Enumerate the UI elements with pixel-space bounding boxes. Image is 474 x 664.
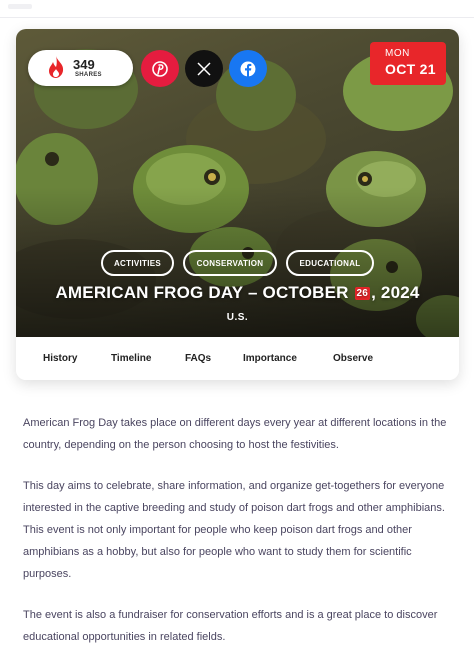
- x-icon: [197, 61, 211, 76]
- top-bar-placeholder: [8, 4, 32, 9]
- tab-importance[interactable]: Importance: [243, 353, 297, 364]
- tag-activities[interactable]: ACTIVITIES: [101, 250, 174, 276]
- share-count: 349: [73, 57, 95, 72]
- tab-history[interactable]: History: [43, 353, 77, 364]
- facebook-icon: [240, 61, 256, 77]
- event-title-year: , 2024: [371, 283, 420, 302]
- article-body: American Frog Day takes place on differe…: [23, 412, 455, 664]
- share-label: SHARES: [75, 72, 102, 78]
- date-day: OCT 21: [385, 61, 436, 77]
- tab-observe[interactable]: Observe: [333, 353, 373, 364]
- facebook-share-button[interactable]: [229, 50, 267, 87]
- calendar-day-icon: 26: [354, 287, 371, 300]
- event-country: U.S.: [226, 312, 249, 323]
- event-card: 349 SHARES MON OCT 21 ACTIVITIES CONSERV…: [16, 29, 459, 380]
- date-badge: MON OCT 21: [370, 42, 446, 85]
- pinterest-share-button[interactable]: [141, 50, 179, 87]
- event-title-main: AMERICAN FROG DAY – OCTOBER: [55, 283, 354, 302]
- article-paragraph: The event is also a fundraiser for conse…: [23, 609, 438, 643]
- top-bar: [0, 0, 474, 18]
- article-paragraph: This day aims to celebrate, share inform…: [23, 480, 445, 580]
- tab-timeline[interactable]: Timeline: [111, 353, 151, 364]
- article-paragraph: American Frog Day takes place on differe…: [23, 417, 447, 451]
- fire-icon: [49, 56, 64, 78]
- event-title: AMERICAN FROG DAY – OCTOBER 26, 2024: [16, 283, 459, 303]
- date-weekday: MON: [385, 48, 410, 59]
- tag-conservation[interactable]: CONSERVATION: [183, 250, 277, 276]
- pinterest-icon: [152, 60, 168, 77]
- section-tabs: History Timeline FAQs Importance Observe: [16, 337, 459, 380]
- tag-educational[interactable]: EDUCATIONAL: [286, 250, 374, 276]
- hero-image: 349 SHARES MON OCT 21 ACTIVITIES CONSERV…: [16, 29, 459, 337]
- tab-faqs[interactable]: FAQs: [185, 353, 211, 364]
- x-share-button[interactable]: [185, 50, 223, 87]
- share-counter: 349 SHARES: [28, 50, 133, 86]
